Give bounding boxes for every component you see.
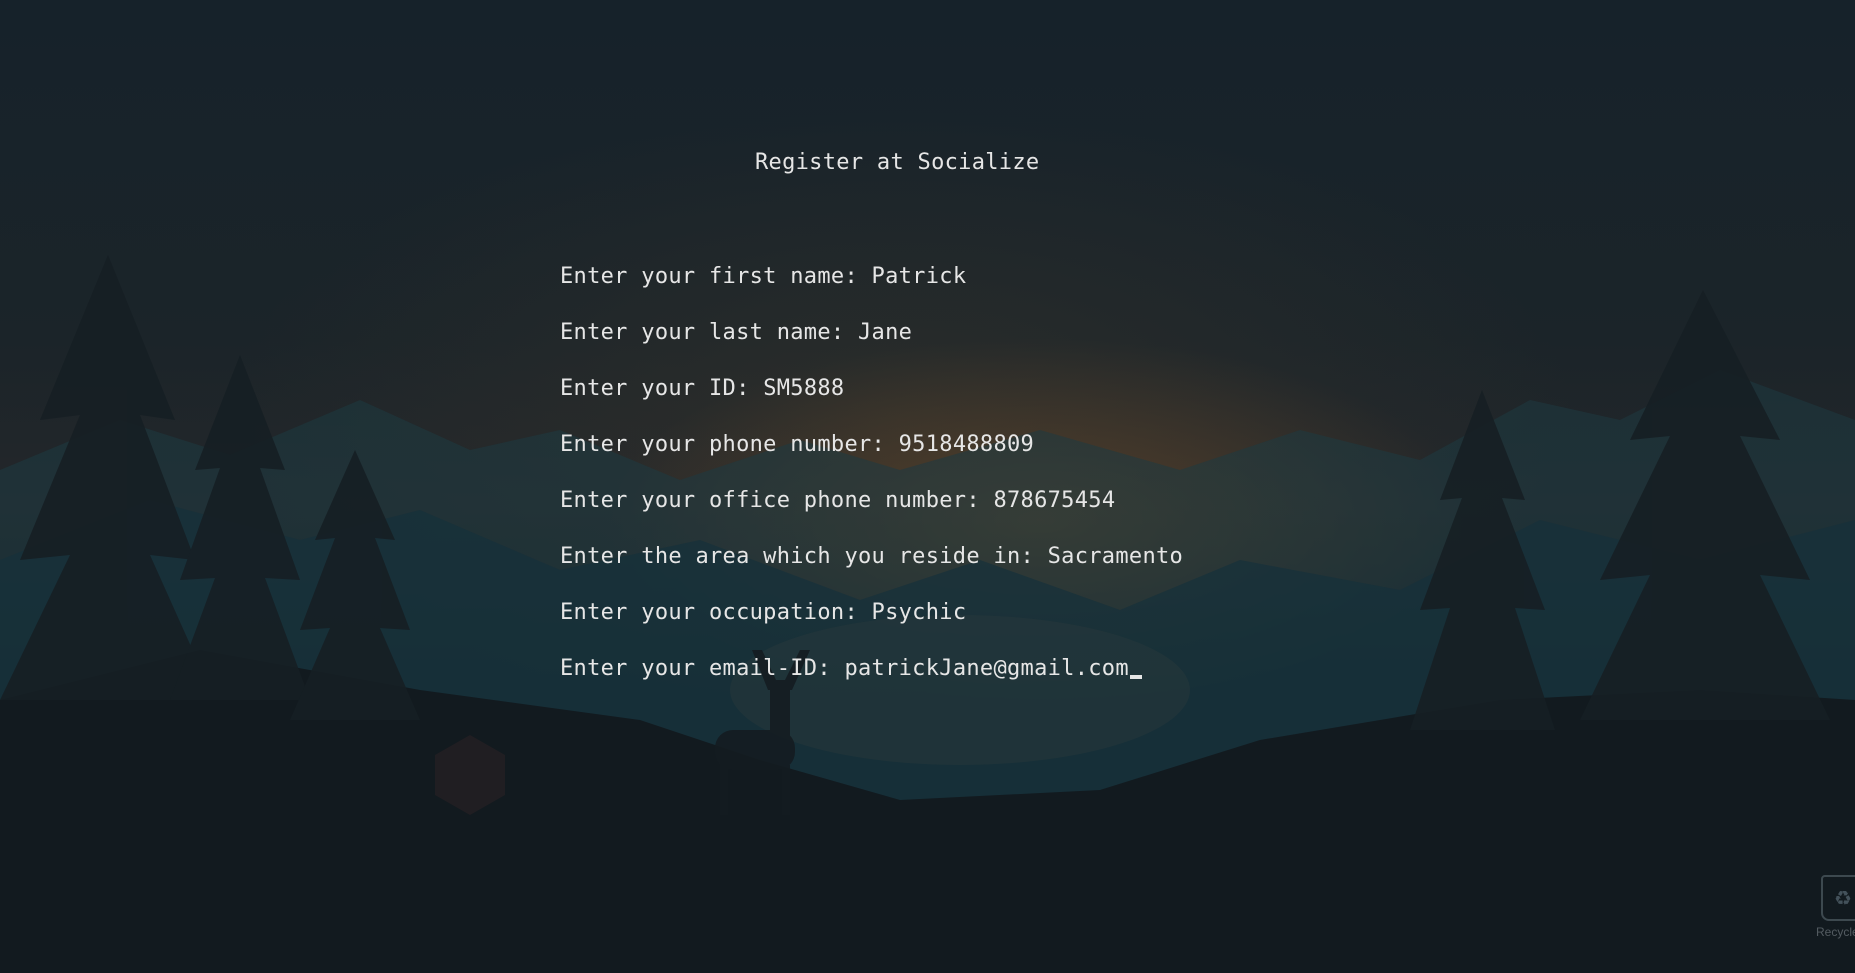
- prompt-id: Enter your ID: SM5888: [560, 376, 844, 401]
- prompt-value: Psychic: [871, 600, 967, 625]
- prompt-value: Patrick: [871, 264, 967, 289]
- prompt-phone-number: Enter your phone number: 9518488809: [560, 432, 1034, 457]
- prompt-value: 878675454: [993, 488, 1116, 513]
- prompt-value: SM5888: [763, 376, 845, 401]
- text-cursor: [1129, 675, 1142, 679]
- recycle-bin-icon: ♻: [1821, 875, 1855, 921]
- prompt-label: Enter your first name:: [560, 264, 872, 289]
- prompt-label: Enter your phone number:: [560, 432, 899, 457]
- recycle-bin-shortcut[interactable]: ♻ Recycle B: [1808, 875, 1855, 939]
- prompt-value: 9518488809: [898, 432, 1035, 457]
- prompt-email[interactable]: Enter your email-ID: patrickJane@gmail.c…: [560, 656, 1142, 681]
- prompt-office-phone-number: Enter your office phone number: 87867545…: [560, 488, 1115, 513]
- prompt-label: Enter your last name:: [560, 320, 858, 345]
- prompt-occupation: Enter your occupation: Psychic: [560, 600, 966, 625]
- terminal-window[interactable]: Register at Socialize Enter your first n…: [0, 0, 1855, 973]
- prompt-label: Enter your email-ID:: [560, 656, 845, 681]
- prompt-label: Enter your occupation:: [560, 600, 872, 625]
- prompt-value: Jane: [858, 320, 913, 345]
- recycle-bin-label: Recycle B: [1815, 925, 1855, 939]
- prompt-label: Enter your ID:: [560, 376, 764, 401]
- prompt-first-name: Enter your first name: Patrick: [560, 264, 966, 289]
- prompt-area: Enter the area which you reside in: Sacr…: [560, 544, 1183, 569]
- prompt-label: Enter the area which you reside in:: [560, 544, 1048, 569]
- prompt-value: Sacramento: [1047, 544, 1184, 569]
- form-title: Register at Socialize: [755, 150, 1040, 175]
- email-input[interactable]: patrickJane@gmail.com: [844, 656, 1128, 681]
- prompt-last-name: Enter your last name: Jane: [560, 320, 912, 345]
- prompt-label: Enter your office phone number:: [560, 488, 994, 513]
- desktop-screen: Register at Socialize Enter your first n…: [0, 0, 1855, 973]
